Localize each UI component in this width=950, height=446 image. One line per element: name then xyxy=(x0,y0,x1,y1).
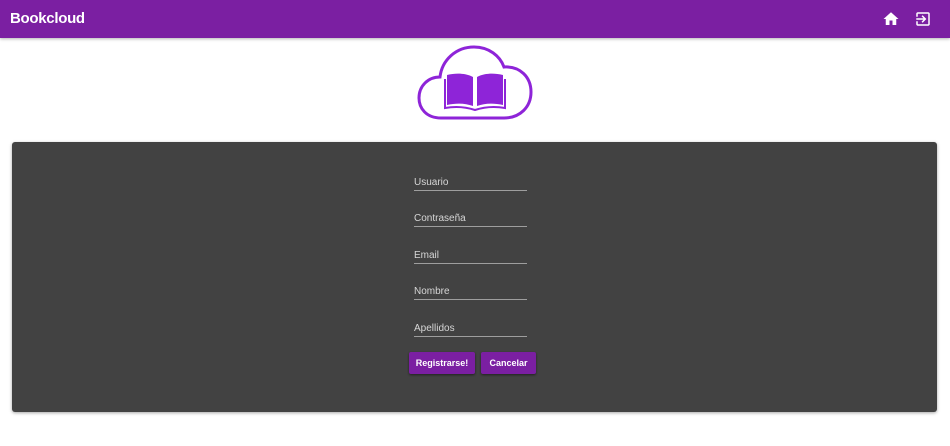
top-toolbar: Bookcloud xyxy=(0,0,950,38)
app-title: Bookcloud xyxy=(10,10,85,27)
apellidos-input[interactable] xyxy=(414,320,527,336)
nombre-field xyxy=(414,283,527,300)
usuario-field xyxy=(414,174,527,191)
contrasena-input[interactable] xyxy=(414,210,527,226)
cloud-book-logo xyxy=(416,44,534,122)
apellidos-field xyxy=(414,320,527,337)
usuario-input[interactable] xyxy=(414,174,527,190)
register-panel: Registrarse! Cancelar xyxy=(12,142,937,412)
email-input[interactable] xyxy=(414,247,527,263)
email-field xyxy=(414,247,527,264)
cancel-button[interactable]: Cancelar xyxy=(481,352,536,374)
contrasena-field xyxy=(414,210,527,227)
nombre-input[interactable] xyxy=(414,283,527,299)
logout-icon[interactable] xyxy=(914,10,932,28)
home-icon[interactable] xyxy=(882,10,900,28)
register-button[interactable]: Registrarse! xyxy=(409,352,475,374)
